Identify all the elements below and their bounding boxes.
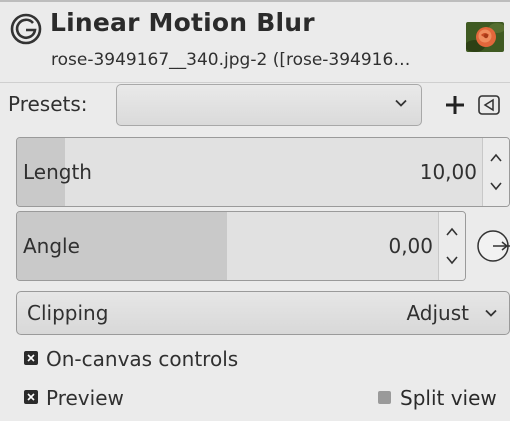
chevron-down-icon	[485, 309, 497, 317]
image-thumbnail	[466, 22, 504, 52]
gimp-icon	[10, 13, 42, 45]
checkbox-checked-icon[interactable]	[24, 390, 38, 404]
dialog-header: Linear Motion Blur rose-3949167__340.jpg…	[0, 8, 510, 78]
checkbox-unchecked-icon[interactable]	[378, 391, 391, 404]
presets-label: Presets:	[8, 92, 88, 116]
window-top-border	[0, 0, 510, 2]
clipping-combo[interactable]: Clipping Adjust	[16, 291, 510, 335]
angle-label: Angle	[23, 234, 80, 258]
chevron-down-icon	[395, 99, 407, 107]
header-divider	[0, 82, 510, 83]
length-spinscale[interactable]: Length 10,00	[16, 137, 510, 207]
length-value[interactable]: 10,00	[420, 160, 477, 184]
clipping-value: Adjust	[406, 301, 469, 325]
clipping-label: Clipping	[27, 301, 109, 325]
add-preset-button[interactable]	[440, 88, 470, 122]
spin-up-icon	[490, 153, 502, 162]
split-view-checkbox[interactable]: Split view	[378, 386, 510, 410]
angle-dial-icon[interactable]	[469, 228, 510, 264]
spin-down-icon	[490, 182, 502, 191]
length-spin-buttons[interactable]	[482, 138, 509, 206]
on-canvas-controls-checkbox[interactable]: On-canvas controls	[24, 347, 324, 371]
angle-spinscale[interactable]: Angle 0,00	[16, 211, 466, 281]
presets-combo[interactable]	[116, 84, 422, 126]
spin-down-icon	[446, 256, 458, 265]
length-label: Length	[23, 160, 92, 184]
checkbox-checked-icon[interactable]	[24, 351, 38, 365]
angle-spin-buttons[interactable]	[438, 212, 465, 280]
on-canvas-controls-label: On-canvas controls	[46, 347, 239, 371]
preview-checkbox[interactable]: Preview	[24, 386, 224, 410]
image-subtitle: rose-3949167__340.jpg-2 ([rose-394916…	[51, 50, 411, 70]
preset-menu-button[interactable]	[478, 95, 500, 115]
preview-label: Preview	[46, 386, 124, 410]
spin-up-icon	[446, 227, 458, 236]
dialog-title: Linear Motion Blur	[50, 8, 315, 37]
angle-value[interactable]: 0,00	[388, 234, 433, 258]
split-view-label: Split view	[400, 386, 497, 410]
